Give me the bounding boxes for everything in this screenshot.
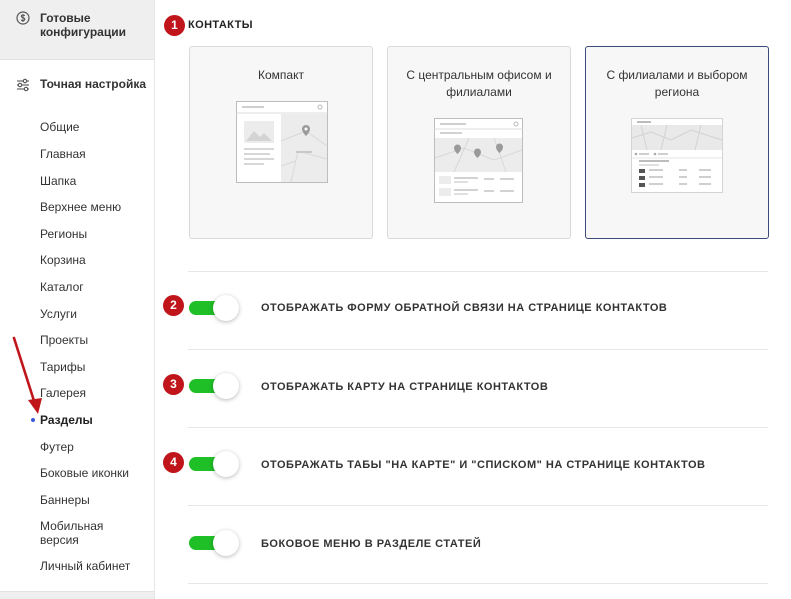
sidebar-item-banners[interactable]: Баннеры (40, 493, 90, 507)
central-office-layout-preview-icon (434, 118, 523, 203)
card-title: С филиалами и выбором региона (606, 68, 748, 99)
step-badge: 4 (163, 452, 184, 473)
sidebar: Готовые конфигурации Точная настройка Об… (0, 0, 155, 599)
tabs-toggle[interactable] (189, 449, 245, 479)
divider (188, 271, 768, 272)
toggle-knob (213, 451, 239, 477)
side-menu-label: БОКОВОЕ МЕНЮ В РАЗДЕЛЕ СТАТЕЙ (261, 538, 482, 550)
sidebar-item-regions[interactable]: Регионы (40, 227, 87, 241)
sliders-icon (17, 78, 29, 92)
step-badge: 1 (164, 15, 185, 36)
layout-card-compact[interactable]: Компакт (189, 46, 373, 239)
sidebar-item-ready-configs[interactable]: Готовые конфигурации (0, 0, 154, 60)
sidebar-item-top-menu[interactable]: Верхнее меню (40, 200, 121, 214)
layout-card-central-office[interactable]: С центральным офисом и филиалами (387, 46, 571, 239)
sidebar-item-services[interactable]: Услуги (40, 307, 77, 321)
sidebar-item-general[interactable]: Общие (40, 120, 79, 134)
feedback-form-toggle[interactable] (189, 293, 245, 323)
step-badge: 3 (163, 374, 184, 395)
layout-card-branches-region[interactable]: С филиалами и выбором региона (585, 46, 769, 239)
tabs-label: ОТОБРАЖАТЬ ТАБЫ "НА КАРТЕ" И "СПИСКОМ" Н… (261, 459, 706, 471)
sidebar-bottom-item[interactable] (0, 591, 154, 599)
branches-region-layout-preview-icon (631, 118, 723, 193)
divider (188, 583, 768, 584)
sidebar-item-footer[interactable]: Футер (40, 440, 74, 454)
sidebar-item-cart[interactable]: Корзина (40, 253, 86, 267)
annotation-arrow-icon (12, 336, 42, 414)
section-title: КОНТАКТЫ (188, 19, 253, 31)
step-badge: 2 (163, 295, 184, 316)
sidebar-item-side-icons[interactable]: Боковые иконки (40, 466, 129, 480)
toggle-knob (213, 373, 239, 399)
divider (188, 349, 768, 350)
compact-layout-preview-icon (236, 101, 328, 183)
sidebar-item-mobile[interactable]: Мобильная версия (40, 519, 120, 547)
feedback-form-label: ОТОБРАЖАТЬ ФОРМУ ОБРАТНОЙ СВЯЗИ НА СТРАН… (261, 302, 668, 314)
card-title: С центральным офисом и филиалами (406, 68, 552, 99)
toggle-knob (213, 530, 239, 556)
divider (188, 505, 768, 506)
dollar-circle-icon (16, 11, 30, 25)
active-indicator-dot (31, 418, 35, 422)
sidebar-item-label: Готовые конфигурации (40, 11, 126, 39)
map-toggle[interactable] (189, 371, 245, 401)
map-label: ОТОБРАЖАТЬ КАРТУ НА СТРАНИЦЕ КОНТАКТОВ (261, 381, 549, 393)
side-menu-toggle[interactable] (189, 528, 245, 558)
divider (188, 427, 768, 428)
sidebar-item-home[interactable]: Главная (40, 147, 86, 161)
sidebar-section-label: Точная настройка (40, 77, 147, 91)
sidebar-item-catalog[interactable]: Каталог (40, 280, 84, 294)
sidebar-item-account[interactable]: Личный кабинет (40, 559, 130, 573)
sidebar-item-header[interactable]: Шапка (40, 174, 76, 188)
toggle-knob (213, 295, 239, 321)
card-title: Компакт (258, 68, 304, 82)
